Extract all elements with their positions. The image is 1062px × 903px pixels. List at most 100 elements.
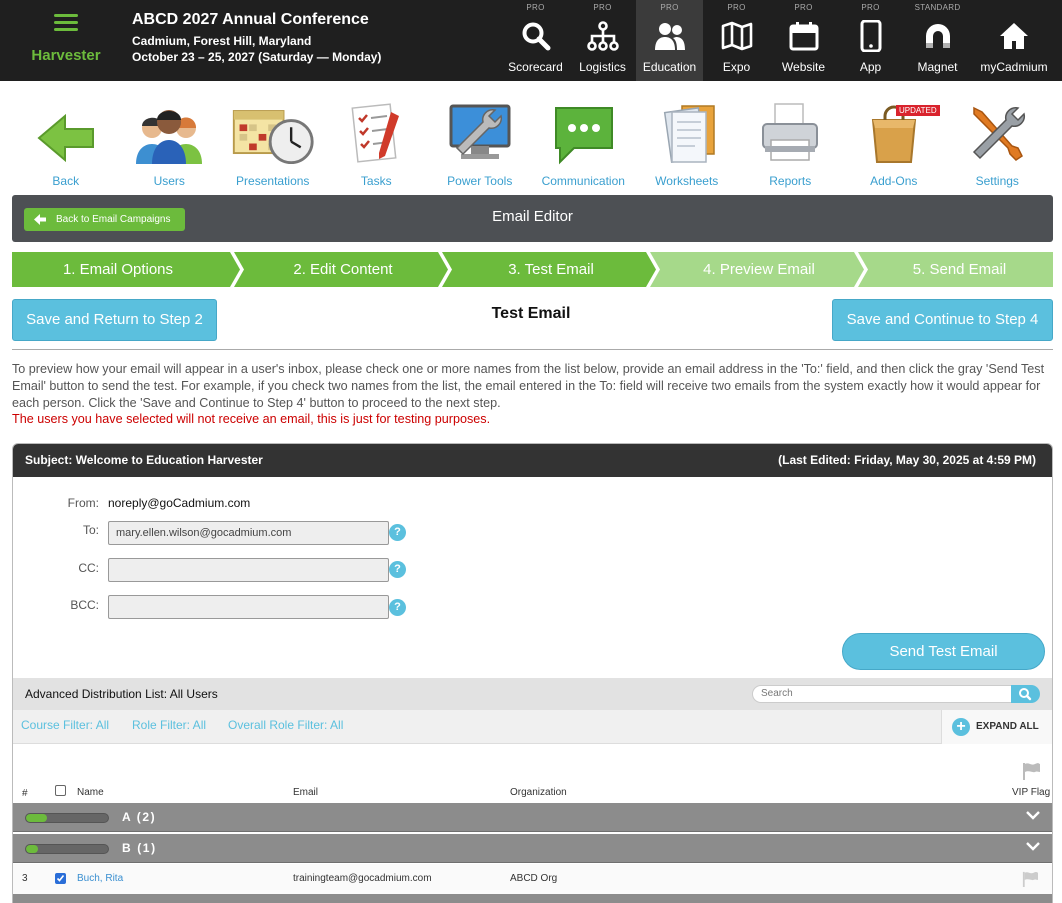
toolbar-label: Tasks [360,174,392,188]
toolbar-worksheets[interactable]: Worksheets [635,100,739,192]
col-email[interactable]: Email [293,787,318,798]
toolbar-label: Settings [975,174,1019,188]
mobile-icon [860,20,881,52]
bcc-field[interactable] [108,595,389,619]
tier-label: PRO [794,3,813,12]
row-name[interactable]: Buch, Rita [77,873,123,884]
toolbar-reports[interactable]: Reports [739,100,843,192]
toolbar-settings[interactable]: Settings [946,100,1050,192]
step-email-options[interactable]: 1. Email Options [12,252,224,287]
chevron-down-icon [1026,811,1040,820]
topnav-website[interactable]: PRO Website [770,0,837,81]
overall-role-filter-link[interactable]: Overall Role Filter: All [228,718,343,732]
distribution-list-bar: Advanced Distribution List: All Users Se… [13,678,1052,710]
search-input[interactable]: Search [752,685,1014,703]
updated-badge: UPDATED [896,105,940,116]
tier-label: PRO [727,3,746,12]
plus-circle-icon: + [952,718,970,736]
toolbar-label: Communication [541,174,625,188]
row-number: 3 [22,873,28,884]
brand[interactable]: Harvester [0,0,122,81]
topnav-logistics[interactable]: PRO Logistics [569,0,636,81]
to-help-icon[interactable]: ? [389,524,406,541]
cc-label: CC: [78,561,99,575]
topnav-expo[interactable]: PRO Expo [703,0,770,81]
user-name-link[interactable]: Buch, Rita [77,873,123,884]
table-footer [13,894,1052,903]
save-return-step2-button[interactable]: Save and Return to Step 2 [12,299,217,341]
group-label: A (2) [122,810,157,824]
select-all-checkbox[interactable] [55,785,66,796]
group-progress [25,813,109,823]
toolbar-power-tools[interactable]: Power Tools [428,100,532,192]
top-header: Harvester ABCD 2027 Annual Conference Ca… [0,0,1062,81]
step-edit-content[interactable]: 2. Edit Content [238,252,448,287]
module-toolbar: Back Users Presentations Tasks Power Too… [14,100,1054,192]
row-checkbox[interactable] [55,873,66,884]
group-row[interactable]: A (2) [13,803,1052,832]
topnav-label: Logistics [579,60,626,74]
map-icon [721,21,752,51]
topnav-label: Expo [722,60,751,74]
step-test-email[interactable]: 3. Test Email [446,252,656,287]
checklist-icon [351,103,400,163]
top-nav: PRO Scorecard PRO Logistics PRO Educatio… [502,0,1057,81]
email-subject: Subject: Welcome to Education Harvester [25,453,263,467]
role-filter-link[interactable]: Role Filter: All [132,718,206,732]
group-row[interactable]: B (1) [13,834,1052,863]
toolbar-add-ons[interactable]: UPDATED Add-Ons [842,100,946,192]
toolbar-presentations[interactable]: Presentations [221,100,325,192]
toolbar-label: Add-Ons [870,174,918,188]
documents-icon [663,105,715,163]
wizard-steps: 1. Email Options 2. Edit Content 3. Test… [12,252,1053,287]
topnav-mycadmium[interactable]: myCadmium [971,0,1057,81]
toolbar-label: Worksheets [655,174,719,188]
col-organization[interactable]: Organization [510,787,567,798]
back-to-email-campaigns-button[interactable]: Back to Email Campaigns [24,208,185,231]
bcc-help-icon[interactable]: ? [389,599,406,616]
save-continue-step4-button[interactable]: Save and Continue to Step 4 [832,299,1053,341]
expand-all-button[interactable]: + EXPAND ALL [941,710,1052,744]
toolbar-communication[interactable]: Communication [532,100,636,192]
toolbar-tasks[interactable]: Tasks [325,100,429,192]
toolbar-users[interactable]: Users [118,100,222,192]
step-preview-email[interactable]: 4. Preview Email [654,252,864,287]
cc-field[interactable] [108,558,389,582]
vip-flag-icon[interactable] [1021,871,1039,887]
home-icon [1000,23,1028,49]
col-vip-flag[interactable]: VIP Flag [1012,787,1050,798]
last-edited: (Last Edited: Friday, May 30, 2025 at 4:… [778,453,1036,467]
col-number: # [22,788,28,799]
col-name[interactable]: Name [77,787,104,798]
toolbar-label: Presentations [236,174,310,188]
email-editor-bar: Back to Email Campaigns Email Editor [12,195,1053,242]
chat-bubble-icon [555,107,614,165]
topnav-app[interactable]: PRO App [837,0,904,81]
topnav-label: App [859,60,882,74]
to-field[interactable]: mary.ellen.wilson@gocadmium.com [108,521,389,545]
flag-icon [1023,763,1040,780]
distribution-list-title: Advanced Distribution List: All Users [25,687,218,701]
topnav-education[interactable]: PRO Education [636,0,703,81]
from-value: noreply@goCadmium.com [108,496,251,510]
topnav-scorecard[interactable]: PRO Scorecard [502,0,569,81]
table-row: 3 Buch, Rita trainingteam@gocadmium.com … [13,864,1052,894]
send-test-email-button[interactable]: Send Test Email [842,633,1045,670]
to-label: To: [82,523,99,537]
search-icon [522,22,550,51]
hamburger-menu-icon[interactable] [54,14,78,32]
search-button[interactable] [1011,685,1040,703]
course-filter-link[interactable]: Course Filter: All [21,718,109,732]
cc-help-icon[interactable]: ? [389,561,406,578]
topnav-label: Website [781,60,826,74]
topnav-magnet[interactable]: STANDARD Magnet [904,0,971,81]
conference-info: ABCD 2027 Annual Conference Cadmium, For… [132,11,381,65]
tier-label: PRO [861,3,880,12]
topnav-label: Education [642,60,697,74]
group-label: B (1) [122,841,157,855]
toolbar-back[interactable]: Back [14,100,118,192]
step-send-email[interactable]: 5. Send Email [862,252,1057,287]
magnet-icon [925,24,950,48]
instructions-text: To preview how your email will appear in… [12,362,1045,410]
tier-label: PRO [593,3,612,12]
